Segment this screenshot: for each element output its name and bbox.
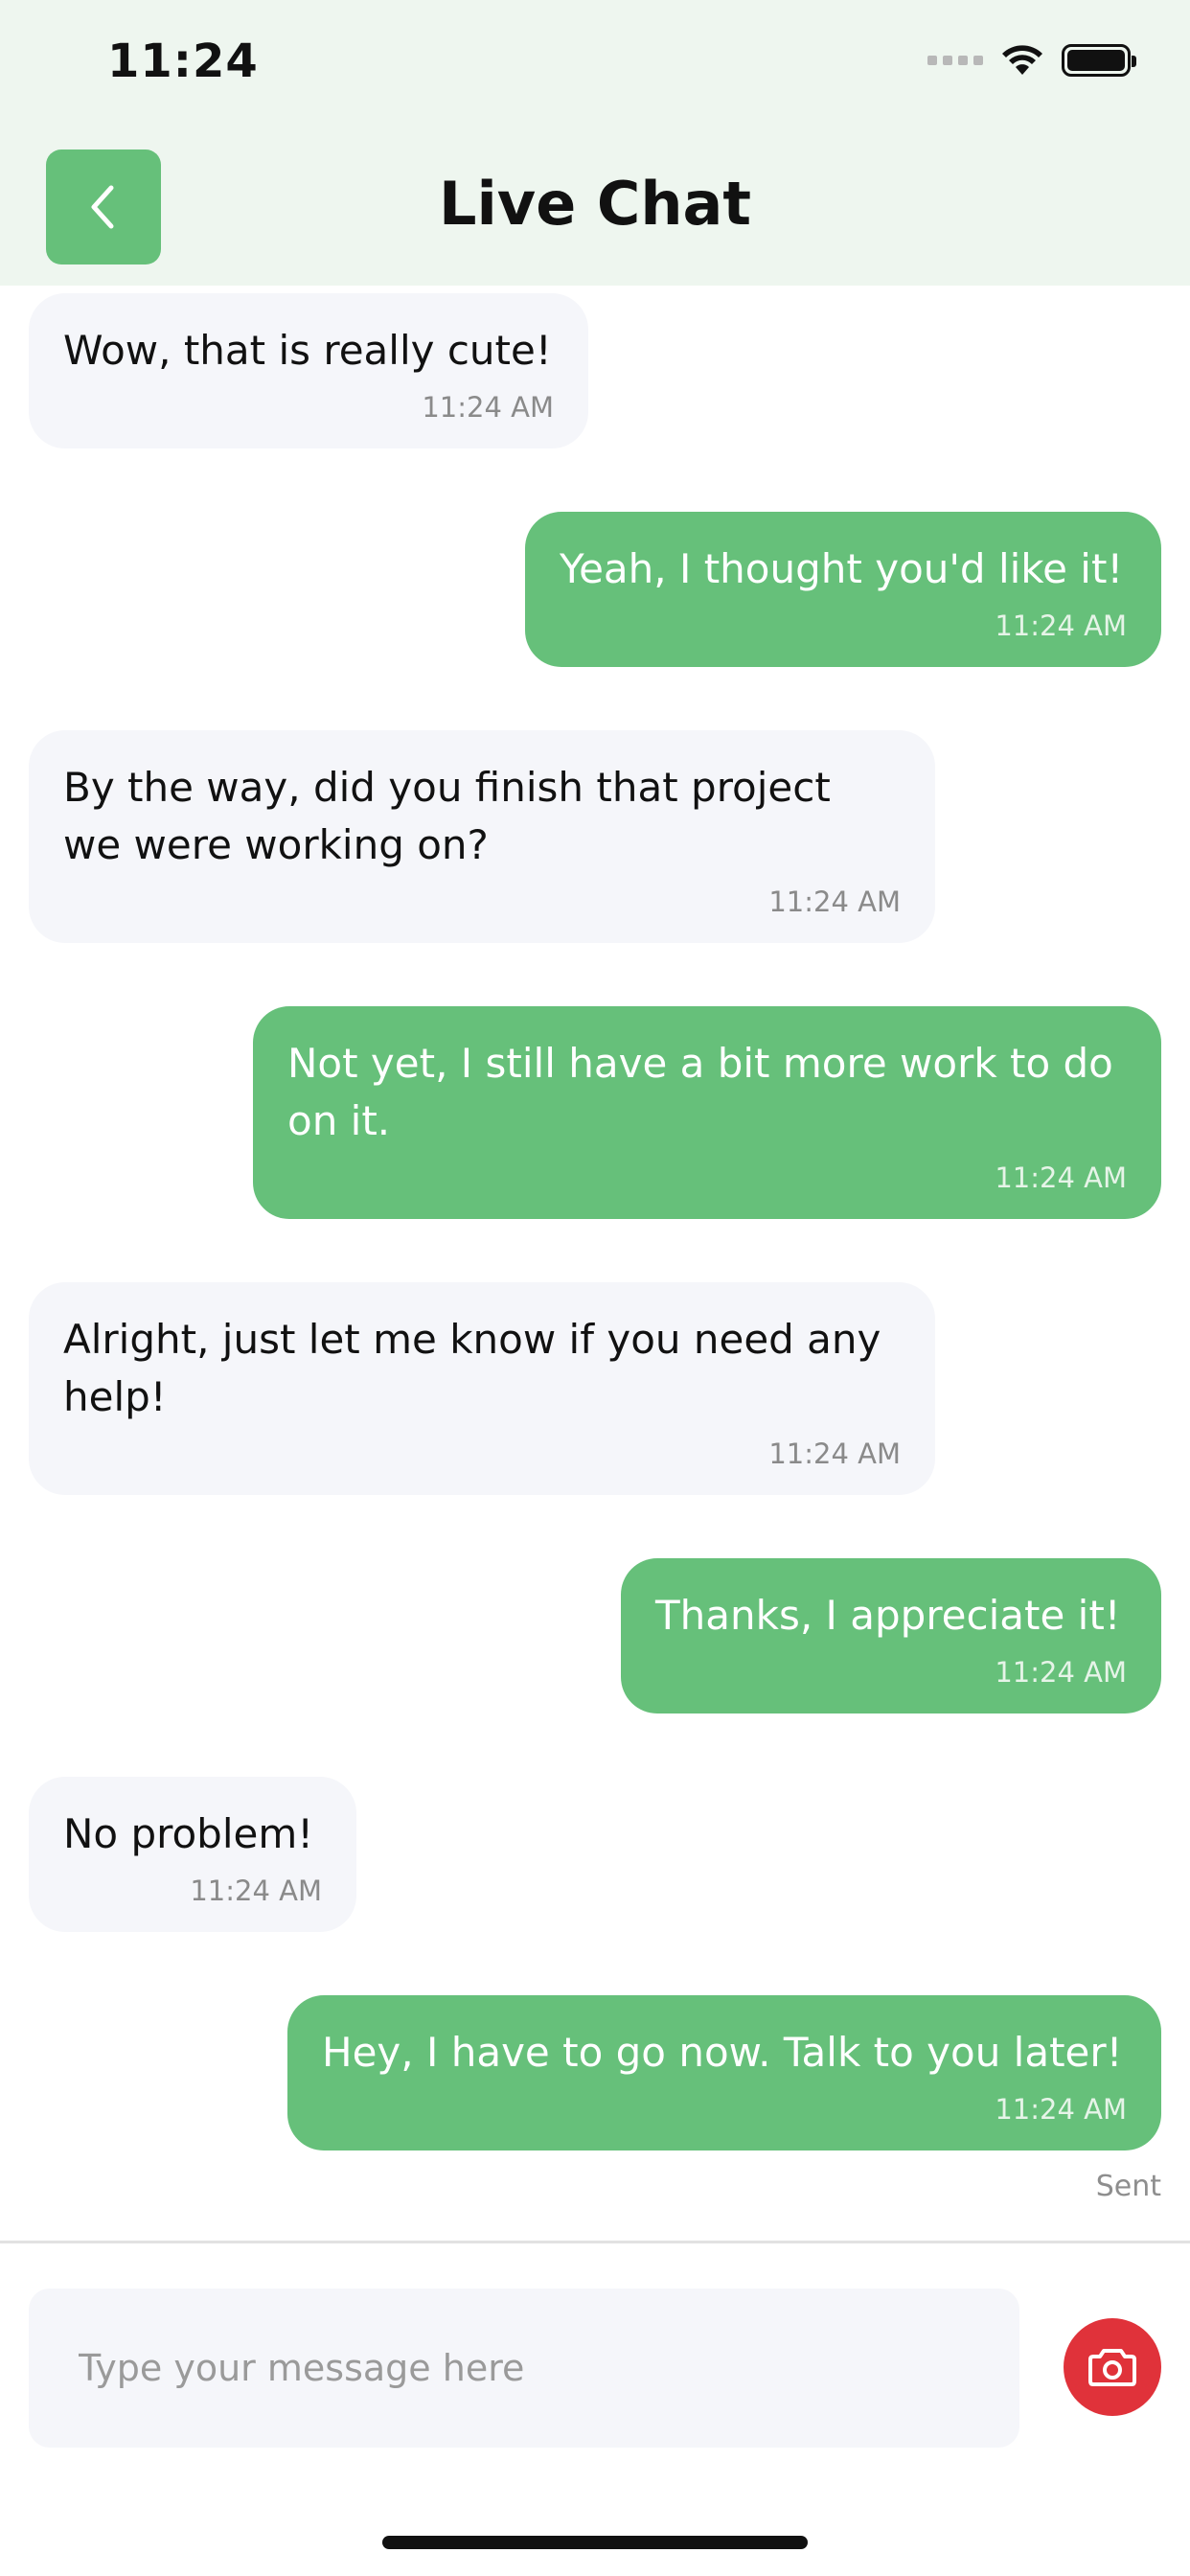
message-input[interactable]	[29, 2288, 1019, 2448]
signal-icon	[927, 56, 983, 65]
divider	[0, 2241, 1190, 2243]
message-text: No problem!	[63, 1810, 314, 1857]
message-text: Alright, just let me know if you need an…	[63, 1316, 881, 1420]
delivery-status: Sent	[1095, 2170, 1161, 2203]
camera-icon	[1088, 2349, 1136, 2386]
message-bubble-incoming: No problem! 11:24 AM	[29, 1777, 356, 1932]
message-time: 11:24 AM	[995, 1656, 1127, 1689]
status-icons	[927, 44, 1136, 77]
battery-icon	[1062, 44, 1136, 77]
message-bubble-outgoing: Yeah, I thought you'd like it! 11:24 AM	[525, 512, 1161, 667]
message-text: Hey, I have to go now. Talk to you later…	[322, 2029, 1123, 2076]
message-text: Not yet, I still have a bit more work to…	[287, 1040, 1113, 1144]
message-bubble-incoming: Wow, that is really cute! 11:24 AM	[29, 293, 588, 448]
message-text: Yeah, I thought you'd like it!	[560, 545, 1124, 592]
wifi-icon	[1000, 44, 1044, 77]
home-indicator	[382, 2536, 808, 2549]
message-bubble-incoming: By the way, did you finish that project …	[29, 730, 935, 943]
message-text: Wow, that is really cute!	[63, 327, 552, 374]
message-time: 11:24 AM	[995, 2093, 1127, 2126]
message-bubble-outgoing: Hey, I have to go now. Talk to you later…	[287, 1995, 1161, 2150]
message-time: 11:24 AM	[768, 1438, 901, 1470]
message-time: 11:24 AM	[768, 886, 901, 918]
message-time: 11:24 AM	[190, 1874, 322, 1907]
page-title: Live Chat	[439, 169, 751, 239]
app-header: 11:24 Live Chat	[0, 0, 1190, 286]
message-text: By the way, did you finish that project …	[63, 764, 831, 868]
message-list[interactable]: Wow, that is really cute! 11:24 AM Yeah,…	[0, 286, 1190, 2241]
message-time: 11:24 AM	[995, 610, 1127, 642]
message-bubble-incoming: Alright, just let me know if you need an…	[29, 1282, 935, 1495]
status-time: 11:24	[107, 34, 259, 88]
message-bubble-outgoing: Thanks, I appreciate it! 11:24 AM	[621, 1558, 1161, 1714]
camera-button[interactable]	[1064, 2318, 1161, 2416]
message-time: 11:24 AM	[995, 1162, 1127, 1194]
message-time: 11:24 AM	[422, 391, 554, 424]
message-text: Thanks, I appreciate it!	[655, 1592, 1121, 1639]
message-bubble-outgoing: Not yet, I still have a bit more work to…	[253, 1006, 1161, 1219]
